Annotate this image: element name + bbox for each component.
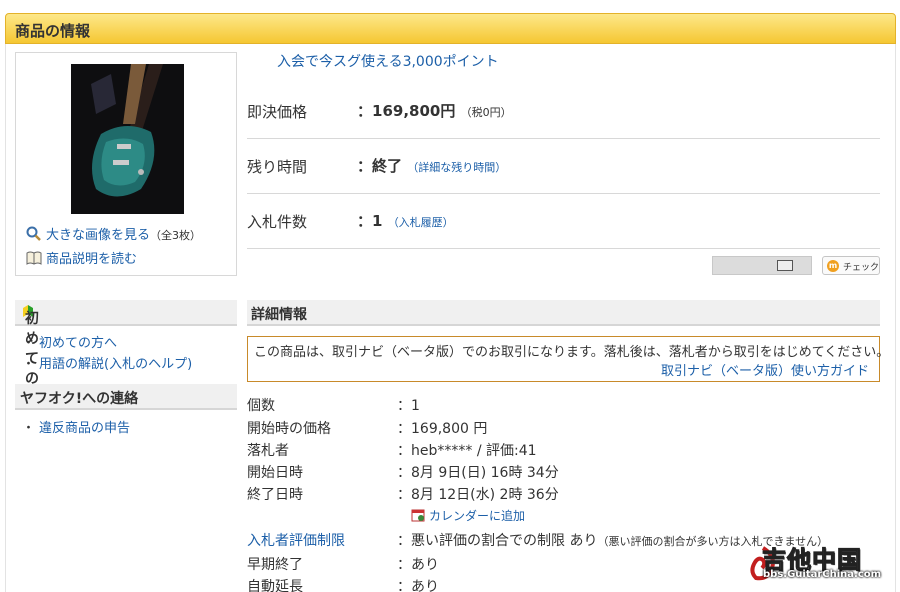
enlarge-image-label[interactable]: 大きな画像を見る [46, 228, 150, 243]
details-header: 詳細情報 [247, 300, 880, 326]
remaining-value: ：終了 （詳細な残り時間） [357, 157, 507, 175]
detail-row-quantity: 個数 ：1 [247, 398, 420, 414]
detail-row-start-price: 開始時の価格 ：169,800 円 [247, 421, 488, 437]
beginner-section-header: 初めての方 [15, 300, 237, 407]
restriction-link[interactable]: 入札者評価制限 [247, 530, 345, 550]
detail-row-end-time: 終了日時 ：8月 12日(水) 2時 36分 [247, 487, 559, 503]
bids-row: 入札件数 ：1 （入札履歴） [247, 194, 880, 249]
image-box: 大きな画像を見る（全3枚） 商品説明を読む [15, 52, 237, 276]
item-info-title: 商品の情報 [15, 22, 91, 40]
book-icon [26, 251, 42, 269]
enlarge-image-link[interactable]: 大きな画像を見る（全3枚） [26, 224, 201, 246]
magnifier-icon [26, 226, 42, 246]
check-icon: m [827, 260, 839, 272]
detail-row-winner: 落札者 ：heb***** / 評価:41 [247, 443, 537, 459]
read-description-label[interactable]: 商品説明を読む [46, 252, 137, 267]
bids-value: ：1 （入札履歴） [357, 212, 454, 230]
trade-navi-guide-link[interactable]: 取引ナビ（ベータ版）使い方ガイド [661, 360, 869, 379]
watermark-url: bbs.GuitarChina.com [763, 569, 882, 580]
buyout-value: ：169,800円 （税0円） [357, 102, 512, 120]
sidebar-item-report[interactable]: ・違反商品の申告 [22, 417, 130, 436]
beginner-title: 初めての方 [20, 304, 39, 407]
notice-text: この商品は、取引ナビ（ベータ版）でのお取引になります。落札後は、落札者から取引を… [254, 345, 890, 360]
contact-section-header: ヤフオク!への連絡 [15, 384, 237, 410]
remaining-label: 残り時間 [247, 158, 308, 176]
points-banner-link[interactable]: 入会で今スグ使える3,000ポイント [277, 51, 499, 71]
trade-navi-notice: この商品は、取引ナビ（ベータ版）でのお取引になります。落札後は、落札者から取引を… [247, 336, 889, 382]
details-title: 詳細情報 [251, 307, 307, 323]
calendar-icon [411, 509, 425, 522]
check-button[interactable]: m チェック [822, 256, 880, 275]
sidebar-item-beginner[interactable]: ・初めての方へ [22, 332, 117, 351]
read-description-link[interactable]: 商品説明を読む [26, 248, 137, 269]
contact-title: ヤフオク!への連絡 [20, 391, 139, 407]
sidebar-item-glossary[interactable]: ・用語の解説(入札のヘルプ) [22, 353, 192, 372]
item-photo[interactable] [71, 64, 184, 214]
item-info-header: 商品の情報 [5, 13, 896, 44]
bids-label: 入札件数 [247, 213, 308, 231]
remaining-detail-link[interactable]: （詳細な残り時間） [407, 161, 506, 174]
remaining-row: 残り時間 ：終了 （詳細な残り時間） [247, 139, 880, 194]
guitarchina-watermark: 吉他中国 bbs.GuitarChina.com [748, 540, 896, 584]
add-calendar-link[interactable]: カレンダーに追加 [411, 507, 525, 524]
check-label: チェック [843, 263, 880, 273]
mail-button[interactable] [712, 256, 812, 275]
mail-icon [777, 260, 793, 271]
detail-row-start-time: 開始日時 ：8月 9日(日) 16時 34分 [247, 465, 559, 481]
bid-history-link[interactable]: （入札履歴） [388, 216, 454, 229]
buyout-row: 即決価格 ：169,800円 （税0円） [247, 84, 880, 139]
buyout-label: 即決価格 [247, 103, 308, 121]
image-count: （全3枚） [150, 229, 202, 242]
